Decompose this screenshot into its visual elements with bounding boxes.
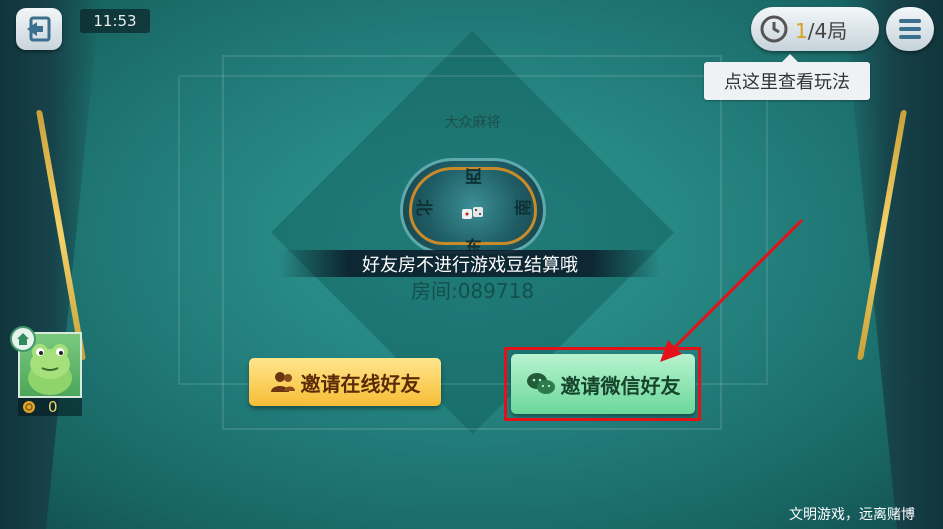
invite-online-label: 邀请在线好友	[300, 371, 421, 396]
exit-room-button[interactable]	[16, 8, 62, 50]
compass-north: 北	[413, 199, 433, 216]
invite-online-friends-button[interactable]: 邀请在线好友	[249, 358, 441, 406]
menu-button[interactable]	[886, 7, 934, 51]
round-total: /4局	[807, 18, 848, 43]
notice-banner: 好友房不进行游戏豆结算哦	[280, 250, 660, 277]
compass-south: 南	[514, 199, 534, 216]
game-name: 大众麻将	[444, 115, 501, 131]
dice-icon	[462, 207, 483, 219]
footer-slogan: 文明游戏，远离赌博	[789, 507, 915, 523]
invite-wechat-label: 邀请微信好友	[560, 373, 681, 398]
room-id: 房间:089718	[410, 279, 535, 303]
round-current: 1	[795, 18, 808, 43]
compass-west: 西	[465, 165, 482, 185]
round-info-button[interactable]: 1/4局	[751, 7, 879, 51]
clock-icon	[760, 15, 788, 43]
rules-tooltip[interactable]: 点这里查看玩法	[704, 54, 870, 100]
menu-icon	[899, 19, 921, 39]
wechat-icon	[526, 373, 555, 394]
coin-icon	[23, 401, 35, 413]
invite-wechat-friends-button[interactable]: 邀请微信好友	[511, 354, 695, 414]
direction-compass: 西 北 南 东	[400, 158, 546, 254]
people-icon	[270, 372, 295, 392]
player-coins: 0	[18, 398, 82, 416]
coin-count: 0	[48, 398, 58, 416]
clock-time: 11:53	[80, 9, 150, 33]
exit-icon	[27, 16, 51, 42]
home-icon	[10, 326, 36, 352]
